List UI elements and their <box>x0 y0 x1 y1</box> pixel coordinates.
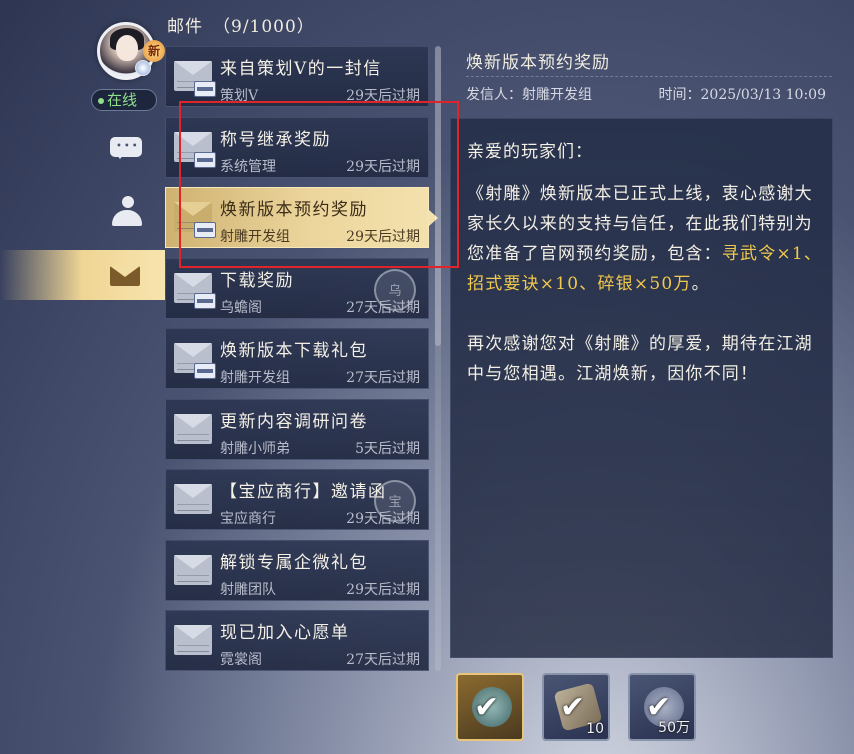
attachment-icon <box>194 81 216 97</box>
chat-dots: ••• <box>116 141 140 152</box>
mail-expire: 27天后过期 <box>346 299 420 316</box>
detail-title: 焕新版本预约奖励 <box>466 53 610 73</box>
mail-detail: 焕新版本预约奖励 发信人：射雕开发组 时间：2025/03/13 10:09 亲… <box>450 38 833 658</box>
mail-sender: 射雕开发组 <box>220 370 290 386</box>
highlight-box <box>179 101 459 268</box>
person-head <box>122 196 134 208</box>
reward-item[interactable]: ✔ 50万 <box>628 673 696 741</box>
reward-qty: 10 <box>586 721 604 737</box>
reward-qty: 50万 <box>658 720 690 736</box>
envelope-icon <box>174 625 212 655</box>
mail-expire: 29天后过期 <box>346 581 420 598</box>
attachment-icon <box>194 292 216 309</box>
online-status-label: 在线 <box>107 91 138 109</box>
mail-item[interactable]: 【宝应商行】邀请函宝应商行 29天后过期 <box>165 469 429 530</box>
detail-greeting: 亲爱的玩家们： <box>467 142 593 162</box>
mail-item[interactable]: 解锁专属企微礼包射雕团队 29天后过期 <box>165 539 429 601</box>
mail-icon <box>110 266 140 286</box>
reward-item[interactable]: ✔ <box>456 673 524 741</box>
mail-sender: 乌蟾阁 <box>220 299 262 316</box>
tab-mail[interactable] <box>0 250 165 300</box>
mail-sender: 宝应商行 <box>220 511 276 527</box>
online-status[interactable]: 在线 <box>91 89 157 111</box>
mail-title: 下载奖励 <box>220 270 294 291</box>
detail-paragraph-1: 《射雕》焕新版本已正式上线，衷心感谢大家长久以来的支持与信任，在此我们特别为您准… <box>467 179 827 299</box>
check-icon: ✔ <box>474 690 500 725</box>
mail-title: 焕新版本下载礼包 <box>220 341 368 361</box>
mail-item[interactable]: 来自策划V的一封信 策划V 29天后过期 <box>165 46 429 107</box>
side-nav: 新 在线 ••• <box>0 0 165 754</box>
mail-title: 来自策划V的一封信 <box>220 59 382 79</box>
mail-expire: 5天后过期 <box>355 440 420 457</box>
mail-item[interactable]: 更新内容调研问卷射雕小师弟 5天后过期 <box>165 398 429 460</box>
chat-icon[interactable]: ••• <box>110 137 144 163</box>
envelope-icon <box>174 554 212 585</box>
online-dot-icon <box>98 98 104 104</box>
mail-expire: 27天后过期 <box>346 370 420 386</box>
mail-header-title: 邮件 <box>167 17 203 37</box>
mail-sender: 射雕团队 <box>220 581 276 598</box>
mail-sender: 射雕小师弟 <box>220 440 290 457</box>
detail-body: 亲爱的玩家们： 《射雕》焕新版本已正式上线，衷心感谢大家长久以来的支持与信任，在… <box>450 118 833 658</box>
attachment-icon <box>194 363 216 379</box>
mail-expire: 27天后过期 <box>346 652 420 668</box>
mail-item[interactable]: 现已加入心愿单霓裳阁 27天后过期 <box>165 610 429 671</box>
detail-time: 时间：2025/03/13 10:09 <box>658 87 827 103</box>
mail-title: 更新内容调研问卷 <box>220 411 368 432</box>
detail-paragraph-2: 再次感谢您对《射雕》的厚爱，期待在江湖中与您相遇。江湖焕新，因你不同！ <box>467 334 813 384</box>
mail-expire: 29天后过期 <box>346 511 420 527</box>
check-icon: ✔ <box>560 690 586 725</box>
person-icon[interactable] <box>112 196 146 226</box>
person-body <box>112 210 142 226</box>
mail-count: （9/1000） <box>213 17 315 37</box>
reward-item[interactable]: ✔ 10 <box>542 673 610 741</box>
mail-title: 【宝应商行】邀请函 <box>220 482 387 502</box>
detail-divider <box>466 76 832 77</box>
mail-title: 现已加入心愿单 <box>220 623 350 643</box>
mail-sender: 霓裳阁 <box>220 652 262 668</box>
mail-header: 邮件 （9/1000） <box>167 12 315 37</box>
mail-title: 解锁专属企微礼包 <box>220 552 368 573</box>
envelope-icon <box>174 484 212 514</box>
avatar-face <box>116 35 138 61</box>
detail-para1-end: 。 <box>691 274 710 294</box>
envelope-icon <box>174 413 212 444</box>
mail-item[interactable]: 焕新版本下载礼包射雕开发组 27天后过期 <box>165 328 429 389</box>
detail-meta: 发信人：射雕开发组 时间：2025/03/13 10:09 <box>466 84 832 104</box>
gem-icon <box>135 60 151 76</box>
detail-sender: 发信人：射雕开发组 <box>466 87 592 103</box>
new-badge: 新 <box>143 40 165 62</box>
